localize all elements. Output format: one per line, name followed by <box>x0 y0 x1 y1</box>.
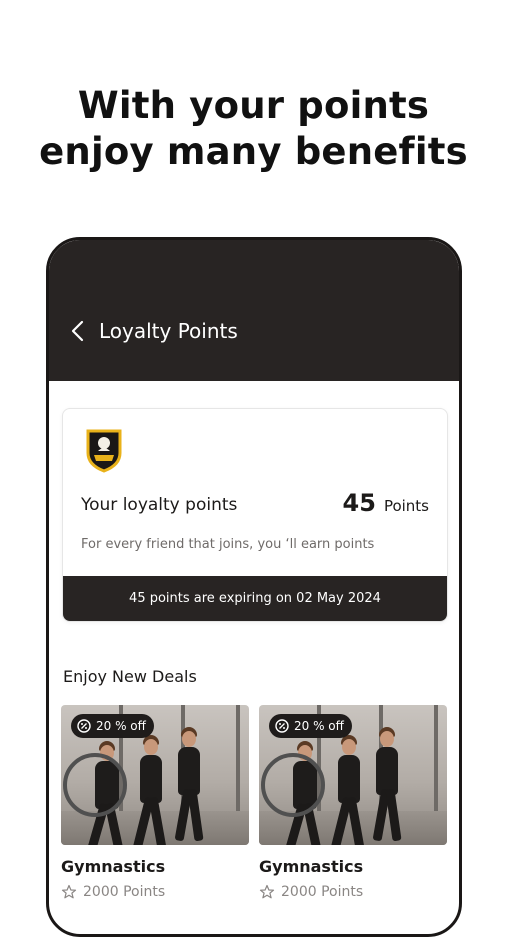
phone-frame: Loyalty Points Your loyalty points 45 Po… <box>46 237 462 937</box>
points-expiry-banner: 45 points are expiring on 02 May 2024 <box>63 576 447 621</box>
chevron-left-icon[interactable] <box>69 320 87 342</box>
deal-points: 2000 Points <box>61 884 249 900</box>
discount-icon <box>275 719 289 733</box>
referral-note: For every friend that joins, you ‘ll ear… <box>81 537 375 552</box>
deals-section-title: Enjoy New Deals <box>63 667 197 686</box>
star-icon <box>61 884 77 899</box>
deal-image: 20 % off <box>61 705 249 845</box>
club-logo-icon <box>86 429 122 473</box>
deal-card[interactable]: 20 % off Gymnastics 2000 Points <box>61 705 249 900</box>
star-icon <box>259 884 275 899</box>
discount-label: 20 % off <box>96 719 146 733</box>
loyalty-points-card: Your loyalty points 45 Points For every … <box>62 408 448 622</box>
deal-name: Gymnastics <box>259 857 364 876</box>
deal-name: Gymnastics <box>61 857 166 876</box>
points-number: 45 <box>342 489 376 517</box>
loyalty-points-label: Your loyalty points <box>81 495 238 515</box>
headline-line-2: enjoy many benefits <box>39 130 468 173</box>
discount-badge: 20 % off <box>269 714 352 738</box>
headline-line-1: With your points <box>77 84 430 127</box>
discount-badge: 20 % off <box>71 714 154 738</box>
deal-image: 20 % off <box>259 705 447 845</box>
deal-points-label: 2000 Points <box>281 884 364 900</box>
deal-points: 2000 Points <box>259 884 447 900</box>
deal-points-label: 2000 Points <box>83 884 166 900</box>
headline: With your points enjoy many benefits <box>0 83 507 175</box>
discount-icon <box>77 719 91 733</box>
page-title: Loyalty Points <box>99 319 238 343</box>
points-unit: Points <box>383 497 429 515</box>
app-bar: Loyalty Points <box>49 240 459 381</box>
discount-label: 20 % off <box>294 719 344 733</box>
loyalty-points-value: 45 Points <box>343 489 429 517</box>
deal-card[interactable]: 20 % off Gymnastics 2000 Points <box>259 705 447 900</box>
